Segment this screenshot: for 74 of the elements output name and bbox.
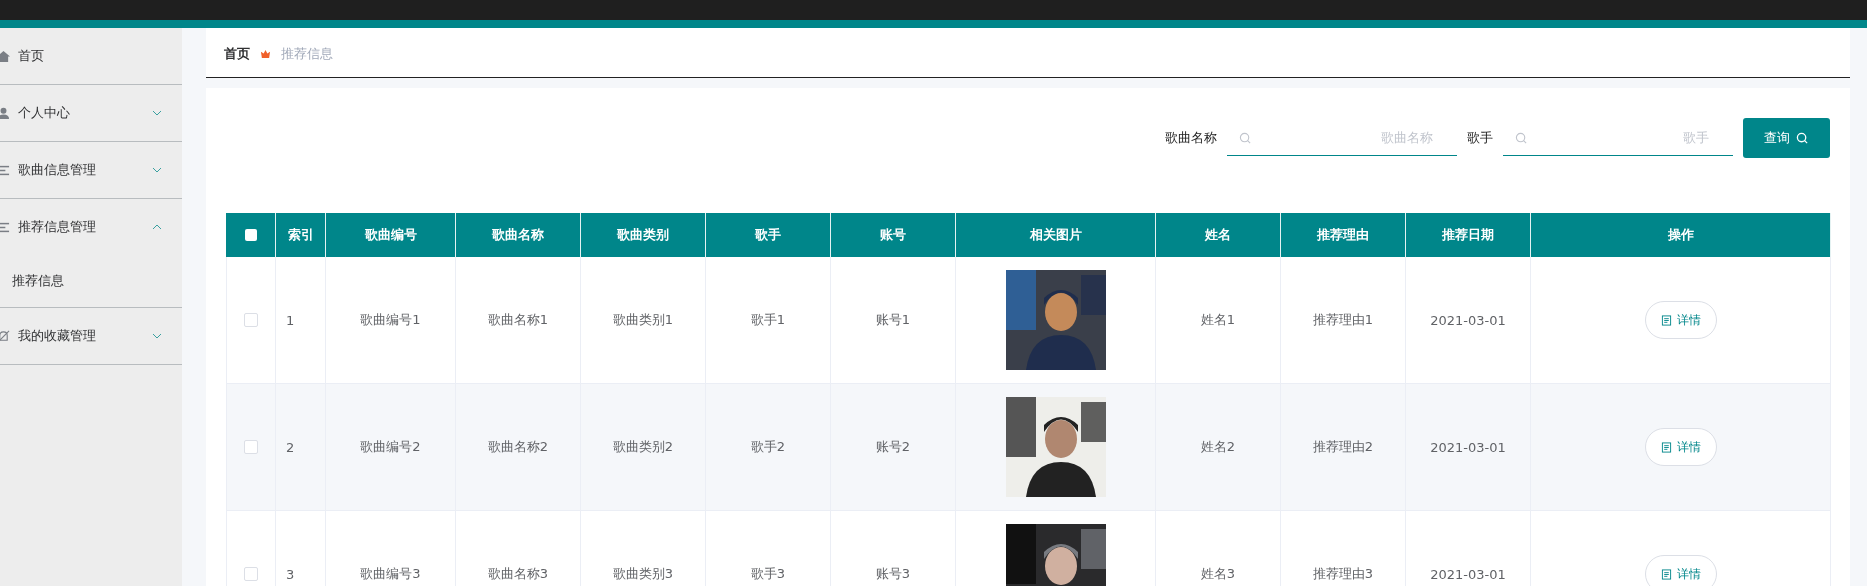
user-icon [0,106,10,120]
sidebar-subitem[interactable]: 推荐信息 [0,255,182,307]
table-cell: 姓名1 [1200,311,1236,329]
table-cell: 推荐理由2 [1312,438,1374,456]
chevron-down-icon [152,333,162,339]
bell-off-icon [0,329,10,343]
search-icon [1515,132,1528,145]
sidebar-item[interactable]: 我的收藏管理 [0,308,182,364]
document-icon [1660,441,1672,453]
row-checkbox[interactable] [244,440,258,454]
column-header: 歌曲编号 [364,226,417,244]
table-cell: 姓名3 [1200,565,1236,583]
table-cell: 歌曲名称3 [487,565,549,583]
table-cell: 3 [286,566,295,582]
column-header: 姓名 [1205,226,1231,244]
table-cell: 歌手3 [750,565,786,583]
row-checkbox[interactable] [244,313,258,327]
details-button[interactable]: 详情 [1644,301,1717,339]
column-header: 相关图片 [1029,226,1082,244]
chevron-down-icon [152,110,162,116]
column-header: 操作 [1667,226,1694,244]
chevron-up-icon [152,224,162,230]
table-cell: 2021-03-01 [1430,566,1506,582]
table-cell: 歌曲编号3 [360,565,421,583]
table-cell: 歌曲类别3 [612,565,674,583]
table-cell: 姓名2 [1200,438,1236,456]
table-cell: 推荐理由3 [1312,565,1374,583]
sidebar-item[interactable]: 推荐信息管理 [0,199,182,255]
column-header: 账号 [880,226,906,244]
row-checkbox[interactable] [244,567,258,581]
breadcrumb-item: 推荐信息 [281,45,333,63]
select-all-checkbox[interactable] [244,229,257,241]
sidebar-item[interactable]: 首页 [0,28,182,84]
table-cell: 2021-03-01 [1430,312,1506,328]
home-icon [0,49,10,63]
details-button[interactable]: 详情 [1644,555,1717,586]
sidebar-item[interactable]: 歌曲信息管理 [0,142,182,198]
list-icon [0,163,10,177]
table-cell: 账号3 [875,565,911,583]
search-button[interactable]: 查询 [1743,118,1830,158]
search-field[interactable]: 歌曲名称 [1227,120,1457,156]
table-cell: 2 [286,439,295,455]
table-cell: 歌曲名称2 [487,438,549,456]
table-cell: 歌曲类别2 [612,438,674,456]
column-header: 歌手 [755,226,781,244]
breadcrumb-item[interactable]: 首页 [224,45,250,63]
field-label: 歌手 [1467,129,1493,147]
column-header: 推荐日期 [1442,226,1494,244]
table-cell: 账号2 [875,438,911,456]
details-button[interactable]: 详情 [1644,428,1717,466]
document-icon [1660,568,1672,580]
column-header: 歌曲名称 [492,226,544,244]
column-header: 歌曲类别 [617,226,669,244]
table-cell: 1 [286,312,295,328]
search-icon [1239,132,1252,145]
crown-icon [260,49,271,59]
list-icon [0,220,10,234]
table-cell: 歌曲类别1 [612,311,674,329]
column-header: 推荐理由 [1317,226,1369,244]
sidebar-item[interactable]: 个人中心 [0,85,182,141]
search-icon [1796,131,1809,145]
table-cell: 歌曲编号1 [360,311,421,329]
table-cell: 账号1 [875,311,911,329]
table-cell: 歌曲名称1 [487,311,549,329]
table-cell: 推荐理由1 [1312,311,1374,329]
column-header: 索引 [287,226,314,244]
document-icon [1660,314,1672,326]
chevron-down-icon [152,167,162,173]
table-cell: 歌手2 [750,438,786,456]
field-label: 歌曲名称 [1165,129,1217,147]
search-field[interactable]: 歌手 [1503,120,1733,156]
table-cell: 2021-03-01 [1430,439,1506,455]
table-cell: 歌手1 [750,311,786,329]
table-cell: 歌曲编号2 [360,438,421,456]
